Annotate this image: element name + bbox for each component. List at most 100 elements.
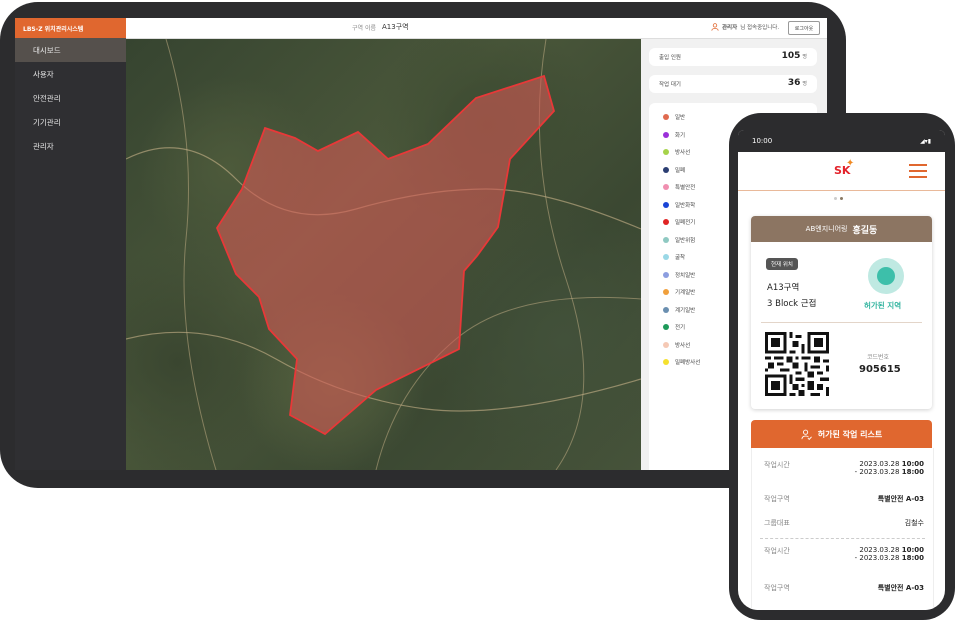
permitted-zone-polygon[interactable] xyxy=(215,74,556,436)
legend-item: 밀폐전기 xyxy=(663,218,695,226)
legend-item: 밀폐방사선 xyxy=(663,358,700,366)
card-header: AB엔지니어링 홍길동 xyxy=(751,216,932,242)
menu-item-safety[interactable]: 안전관리 xyxy=(15,86,126,110)
stat-waiting-count: 작업 대기 36 명 xyxy=(649,75,817,93)
phone-device: 10:00 ◢▾▮ SK ✦ AB엔지니어링 홍길동 현재 위치 A13구역 3… xyxy=(729,113,955,620)
work-area-value: 특별안전 A-03 xyxy=(877,495,924,503)
signal-battery-icon: ◢▾▮ xyxy=(920,137,931,145)
stat-value: 36 xyxy=(787,78,801,88)
menu-item-dashboard[interactable]: 대시보드 xyxy=(15,38,126,62)
top-bar: 구역 이름 A13구역 관리자 님 접속중입니다. 로그아웃 xyxy=(126,18,827,39)
legend-item: 기계일반 xyxy=(663,288,695,296)
worker-name: 홍길동 xyxy=(852,225,878,236)
stat-unit: 명 xyxy=(802,54,807,60)
legend-item: 정치일반 xyxy=(663,271,695,279)
legend-label: 일반화학 xyxy=(675,202,696,209)
dashboard-screen: LBS-Z 위치관리시스템 대시보드 사용자 안전관리 기기관리 관리자 구역 … xyxy=(15,18,827,470)
brand-title: LBS-Z 위치관리시스템 xyxy=(15,18,126,38)
stat-label: 출입 인원 xyxy=(659,55,681,61)
location-block: 3 Block 근접 xyxy=(767,299,817,309)
allowed-zone-indicator-icon xyxy=(868,258,904,294)
work-time-label: 작업시간 xyxy=(764,547,790,555)
admin-suffix: 님 접속중입니다. xyxy=(740,25,780,31)
stat-value: 105 xyxy=(781,51,801,61)
legend-dot-icon xyxy=(663,271,669,278)
legend-dot-icon xyxy=(663,341,669,348)
end-date: - 2023.03.28 xyxy=(854,468,900,476)
legend-label: 밀폐방사선 xyxy=(675,360,701,366)
legend-dot-icon xyxy=(663,131,669,138)
area-name-label: 구역 이름 xyxy=(352,25,376,32)
start-date: 2023.03.28 xyxy=(859,546,900,554)
legend-label: 특별안전 xyxy=(675,185,696,191)
worker-id-card: AB엔지니어링 홍길동 현재 위치 A13구역 3 Block 근접 허가된 지… xyxy=(751,216,932,409)
stat-label: 작업 대기 xyxy=(659,82,681,88)
legend-dot-icon xyxy=(663,184,669,190)
start-time: 10:00 xyxy=(901,460,924,468)
legend-item: 굴착 xyxy=(663,253,685,261)
map-overlay xyxy=(126,39,641,470)
legend-item: 밀폐 xyxy=(663,166,685,174)
code-number-value: 905615 xyxy=(859,364,901,375)
user-icon xyxy=(711,23,719,31)
work-area-label: 작업구역 xyxy=(764,584,790,592)
legend-item: 일반화학 xyxy=(663,201,695,209)
work-time-label: 작업시간 xyxy=(764,461,790,469)
legend-label: 방사선 xyxy=(675,150,691,156)
satellite-map[interactable] xyxy=(126,39,641,470)
legend-label: 전기 xyxy=(675,325,686,331)
legend-dot-icon xyxy=(663,219,669,225)
start-date: 2023.03.28 xyxy=(859,460,900,468)
mobile-header: SK ✦ xyxy=(738,152,945,191)
admin-status: 관리자 님 접속중입니다. xyxy=(711,23,779,31)
location-area: A13구역 xyxy=(767,283,800,293)
legend-dot-icon xyxy=(663,149,669,155)
status-time: 10:00 xyxy=(752,137,773,145)
stat-entry-count: 출입 인원 105 명 xyxy=(649,48,817,66)
group-rep-label: 그룹대표 xyxy=(764,519,790,527)
user-check-icon xyxy=(801,429,812,440)
legend-item: 일반위험 xyxy=(663,236,695,244)
legend-label: 화기 xyxy=(675,132,686,139)
legend-label: 일반 xyxy=(675,115,686,121)
work-area-label: 작업구역 xyxy=(764,495,790,503)
allowed-work-list-button[interactable]: 허가된 작업 리스트 xyxy=(751,420,932,448)
legend-dot-icon xyxy=(663,289,669,295)
hamburger-menu-icon[interactable] xyxy=(909,164,927,182)
menu-item-admin[interactable]: 관리자 xyxy=(15,134,126,158)
code-number-label: 코드번호 xyxy=(867,354,890,361)
menu-item-devices[interactable]: 기기관리 xyxy=(15,110,126,134)
status-bar: 10:00 ◢▾▮ xyxy=(738,130,945,152)
legend-item: 계기일반 xyxy=(663,306,695,314)
work-list: 작업시간 2023.03.28 10:00- 2023.03.28 18:00 … xyxy=(751,448,934,610)
menu-item-users[interactable]: 사용자 xyxy=(15,62,126,86)
legend-dot-icon xyxy=(663,324,669,330)
legend-label: 계기일반 xyxy=(675,307,696,314)
legend-dot-icon xyxy=(663,306,669,313)
legend-label: 밀폐전기 xyxy=(675,220,696,226)
end-time: 18:00 xyxy=(901,468,924,476)
logout-button[interactable]: 로그아웃 xyxy=(788,21,820,35)
legend-dot-icon xyxy=(663,254,669,260)
legend-dot-icon xyxy=(663,359,669,365)
legend-item: 방사선 xyxy=(663,341,690,349)
end-time: 18:00 xyxy=(901,554,924,562)
carousel-dots[interactable] xyxy=(834,197,843,200)
work-list-title: 허가된 작업 리스트 xyxy=(817,429,883,439)
company-name: AB엔지니어링 xyxy=(805,225,848,233)
work-area-value: 특별안전 A-03 xyxy=(877,584,924,592)
stat-unit: 명 xyxy=(802,81,807,87)
legend-dot-icon xyxy=(663,236,669,243)
tablet-device: LBS-Z 위치관리시스템 대시보드 사용자 안전관리 기기관리 관리자 구역 … xyxy=(0,2,846,488)
legend-label: 기계일반 xyxy=(675,290,696,296)
allowed-zone-label: 허가된 지역 xyxy=(864,301,902,310)
area-name-value: A13구역 xyxy=(382,23,409,31)
legend-item: 방사선 xyxy=(663,148,690,156)
legend-dot-icon xyxy=(663,201,669,208)
legend-dot-icon xyxy=(663,166,669,173)
qr-code-icon xyxy=(765,332,829,396)
legend-label: 밀폐 xyxy=(675,167,686,174)
sk-wing-icon: ✦ xyxy=(846,158,855,169)
legend-item: 일반 xyxy=(663,113,685,121)
legend-label: 일반위험 xyxy=(675,237,696,244)
